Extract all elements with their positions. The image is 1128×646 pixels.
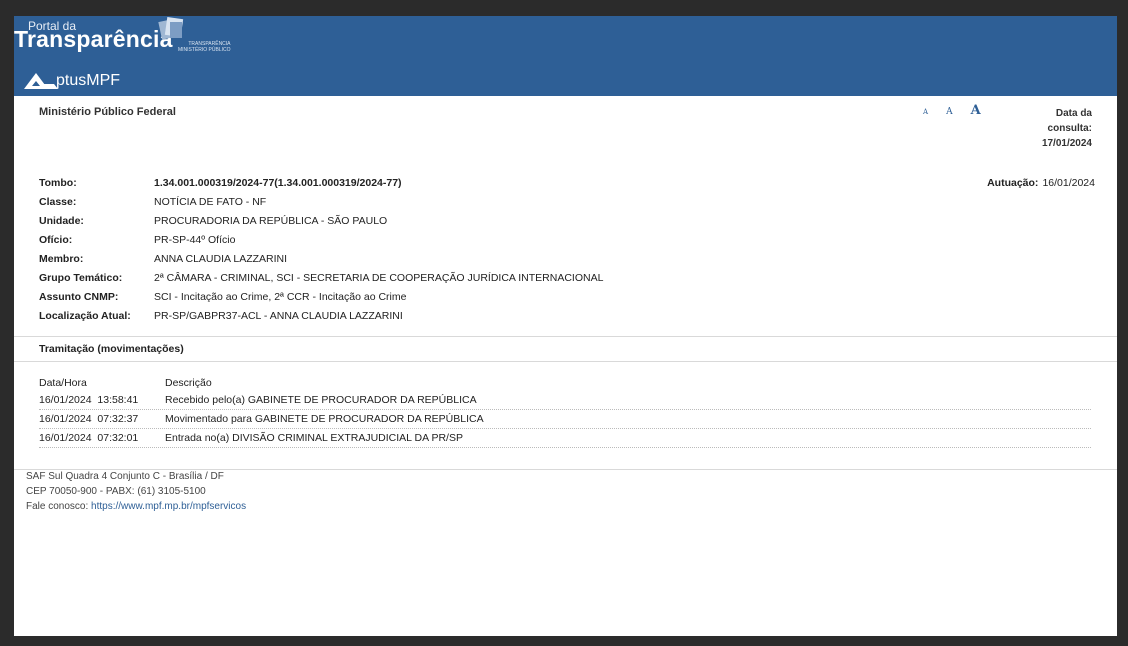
row-datetime: 16/01/2024 13:58:41 <box>39 394 139 406</box>
field-value: PROCURADORIA DA REPÚBLICA - SÃO PAULO <box>154 214 388 227</box>
row-datetime: 16/01/2024 07:32:01 <box>39 432 139 444</box>
consult-date: 17/01/2024 <box>1041 138 1092 149</box>
field-value: NOTÍCIA DE FATO - NF <box>154 195 267 208</box>
col-datetime-header: Data/Hora <box>39 377 87 389</box>
field-value: 1.34.001.000319/2024-77(1.34.001.000319/… <box>154 176 402 189</box>
autuacao-date: 16/01/2024 <box>1042 176 1095 189</box>
field-row-oficio: Ofício: PR-SP-44º Ofício <box>39 230 603 249</box>
field-row-grupo: Grupo Temático: 2ª CÂMARA - CRIMINAL, SC… <box>39 268 603 287</box>
field-label: Ofício: <box>39 233 73 246</box>
aptus-a-icon <box>24 73 58 89</box>
row-description: Recebido pelo(a) GABINETE DE PROCURADOR … <box>165 394 477 406</box>
font-medium-button[interactable]: A <box>946 107 953 117</box>
footer: SAF Sul Quadra 4 Conjunto C - Brasília /… <box>26 469 246 514</box>
field-label: Unidade: <box>39 214 84 227</box>
field-row-classe: Classe: NOTÍCIA DE FATO - NF <box>39 192 603 211</box>
movements-title: Tramitação (movimentações) <box>39 343 184 355</box>
footer-address: SAF Sul Quadra 4 Conjunto C - Brasília /… <box>26 471 224 482</box>
field-label: Classe: <box>39 195 77 208</box>
field-label: Grupo Temático: <box>39 271 123 284</box>
page: Portal da Transparência TRANSPARÊNCIA MI… <box>14 16 1117 636</box>
row-description: Entrada no(a) DIVISÃO CRIMINAL EXTRAJUDI… <box>165 432 463 444</box>
table-row: 16/01/2024 07:32:01 Entrada no(a) DIVISÃ… <box>39 429 1091 448</box>
consult-label-2: consulta: <box>1047 123 1092 134</box>
contact-link[interactable]: https://www.mpf.mp.br/mpfservicos <box>91 501 246 512</box>
field-value: ANNA CLAUDIA LAZZARINI <box>154 252 288 265</box>
font-large-button[interactable]: A <box>971 103 981 118</box>
field-value: PR-SP-44º Ofício <box>154 233 236 246</box>
footer-contact: Fale conosco: https://www.mpf.mp.br/mpfs… <box>26 499 246 514</box>
field-value: 2ª CÂMARA - CRIMINAL, SCI - SECRETARIA D… <box>154 271 604 284</box>
row-datetime: 16/01/2024 07:32:37 <box>39 413 139 425</box>
autuacao-label: Autuação: <box>987 176 1039 189</box>
org-name: Ministério Público Federal <box>39 106 176 118</box>
autuacao: Autuação: 16/01/2024 <box>987 173 1095 192</box>
field-label: Tombo: <box>39 176 77 189</box>
field-row-membro: Membro: ANNA CLAUDIA LAZZARINI <box>39 249 603 268</box>
movements-header: Data/Hora Descrição <box>39 375 1091 391</box>
section-divider <box>14 336 1117 337</box>
field-row-tombo: Tombo: 1.34.001.000319/2024-77(1.34.001.… <box>39 173 603 192</box>
table-row: 16/01/2024 13:58:41 Recebido pelo(a) GAB… <box>39 391 1091 410</box>
row-description: Movimentado para GABINETE DE PROCURADOR … <box>165 413 484 425</box>
font-small-button[interactable]: A <box>923 108 928 116</box>
aptus-logo[interactable]: ptusMPF <box>24 68 120 90</box>
movements-table: Data/Hora Descrição 16/01/2024 13:58:41 … <box>39 375 1091 448</box>
field-value: PR-SP/GABPR37-ACL - ANNA CLAUDIA LAZZARI… <box>154 309 403 322</box>
field-row-localizacao: Localização Atual: PR-SP/GABPR37-ACL - A… <box>39 306 603 325</box>
field-label: Membro: <box>39 252 84 265</box>
consult-label-1: Data da <box>1055 108 1092 119</box>
portal-subtitle: TRANSPARÊNCIA MINISTÉRIO PÚBLICO <box>178 41 231 53</box>
field-label: Assunto CNMP: <box>39 290 119 303</box>
table-row: 16/01/2024 07:32:37 Movimentado para GAB… <box>39 410 1091 429</box>
col-desc-header: Descrição <box>165 377 212 389</box>
field-label: Localização Atual: <box>39 309 131 322</box>
field-row-assunto: Assunto CNMP: SCI - Incitação ao Crime, … <box>39 287 603 306</box>
portal-logo-icon <box>158 16 184 40</box>
aptus-app-name: ptusMPF <box>56 72 121 89</box>
consult-date-block: Data da consulta: 17/01/2024 <box>1022 106 1092 151</box>
process-fields: Tombo: 1.34.001.000319/2024-77(1.34.001.… <box>39 173 603 325</box>
field-row-unidade: Unidade: PROCURADORIA DA REPÚBLICA - SÃO… <box>39 211 603 230</box>
font-size-controls: A A A <box>923 103 999 118</box>
field-value: SCI - Incitação ao Crime, 2ª CCR - Incit… <box>154 290 407 303</box>
portal-title[interactable]: Transparência <box>14 26 173 53</box>
contact-label: Fale conosco: <box>26 501 92 512</box>
header-banner: Portal da Transparência TRANSPARÊNCIA MI… <box>14 16 1117 96</box>
section-divider <box>14 361 1117 362</box>
footer-cep: CEP 70050-900 - PABX: (61) 3105-5100 <box>26 486 206 497</box>
portal-subtitle-line-2: MINISTÉRIO PÚBLICO <box>178 47 231 53</box>
